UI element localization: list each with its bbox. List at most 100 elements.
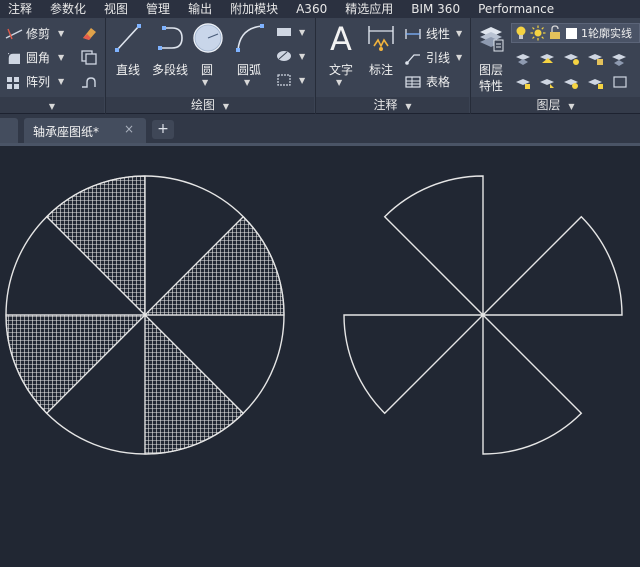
pinwheel-blade-right[interactable] — [481, 215, 623, 316]
file-tab-label: 轴承座图纸* — [33, 125, 100, 139]
hatch-button[interactable]: ▼ — [275, 49, 305, 63]
arc-icon — [236, 24, 264, 52]
draw-panel-label: 绘图 — [191, 98, 216, 112]
drawing-svg — [5, 175, 623, 455]
draw-panel-title[interactable]: 绘图 ▼ — [106, 97, 314, 113]
dimension-label[interactable]: 标注 — [362, 61, 400, 78]
tab-bim360[interactable]: BIM 360 — [402, 0, 469, 18]
linear-dropdown-icon[interactable]: ▼ — [456, 29, 462, 38]
circle-label[interactable]: 圆 — [192, 61, 222, 78]
erase-button[interactable] — [79, 24, 99, 42]
hatched-sector-right[interactable] — [143, 215, 285, 316]
hatched-circle[interactable] — [5, 175, 285, 455]
fillet-label: 圆角 — [26, 51, 51, 65]
layers-panel-dropdown-icon[interactable]: ▼ — [568, 102, 574, 111]
modify-panel-title[interactable]: ▼ — [0, 97, 104, 113]
line-label[interactable]: 直线 — [111, 61, 145, 78]
layers-panel-title[interactable]: 图层 ▼ — [471, 97, 640, 113]
circle-button[interactable] — [192, 22, 224, 54]
text-button[interactable]: A — [326, 20, 356, 56]
text-label[interactable]: 文字 — [322, 61, 360, 78]
fillet-icon — [7, 51, 20, 64]
modify-panel-dropdown-icon[interactable]: ▼ — [49, 102, 55, 111]
copy-icon — [81, 50, 97, 65]
tab-parametric[interactable]: 参数化 — [41, 0, 95, 18]
tab-performance[interactable]: Performance — [469, 0, 563, 18]
fillet-button[interactable]: 圆角 ▼ — [4, 49, 64, 66]
stretch-button[interactable] — [79, 73, 99, 89]
leader-icon — [405, 53, 420, 65]
dimension-button[interactable] — [366, 22, 396, 54]
leader-label: 引线 — [426, 51, 451, 65]
arc-dropdown-icon[interactable]: ▼ — [244, 78, 250, 87]
polyline-icon — [158, 26, 183, 50]
layer-properties-button[interactable] — [477, 22, 505, 52]
hatched-sector-top-left[interactable] — [45, 175, 146, 317]
rectangle-icon — [277, 28, 291, 36]
layers-panel-label: 图层 — [536, 98, 561, 112]
leader-button[interactable]: 引线 ▼ — [404, 49, 462, 66]
text-dropdown-icon[interactable]: ▼ — [336, 78, 342, 87]
stretch-icon — [82, 77, 96, 88]
polyline-button[interactable] — [156, 22, 186, 54]
layer-properties-label-2[interactable]: 特性 — [474, 77, 508, 94]
trim-button[interactable]: 修剪 ▼ — [4, 25, 64, 42]
line-button[interactable] — [113, 22, 143, 54]
table-button[interactable]: 表格 — [404, 73, 450, 90]
hatched-sector-left[interactable] — [5, 314, 147, 415]
pinwheel-blade-bottom[interactable] — [482, 313, 583, 455]
sun-icon — [530, 25, 546, 41]
fillet-dropdown-icon[interactable]: ▼ — [58, 53, 64, 62]
layer-properties-icon — [480, 27, 504, 52]
layer-dropdown[interactable]: 1轮廓实线 — [511, 23, 640, 43]
current-layer-label: 1轮廓实线 — [581, 27, 632, 40]
ribbon-tab-bar: 注释 参数化 视图 管理 输出 附加模块 A360 精选应用 BIM 360 P… — [0, 0, 640, 18]
table-label: 表格 — [426, 75, 451, 89]
tab-output[interactable]: 输出 — [179, 0, 221, 18]
text-icon: A — [330, 20, 352, 56]
leader-dropdown-icon[interactable]: ▼ — [456, 53, 462, 62]
trim-icon — [5, 28, 23, 39]
array-button[interactable]: 阵列 ▼ — [4, 73, 64, 90]
tab-a360[interactable]: A360 — [287, 0, 336, 18]
pinwheel-blade-left[interactable] — [343, 314, 485, 415]
tab-addins[interactable]: 附加模块 — [221, 0, 287, 18]
svg-text:A: A — [330, 20, 352, 56]
tab-manage[interactable]: 管理 — [137, 0, 179, 18]
drawing-canvas[interactable] — [0, 149, 640, 567]
pinwheel-outline[interactable] — [343, 175, 623, 455]
linear-dimension-icon — [405, 28, 421, 39]
boundary-button[interactable]: ▼ — [275, 73, 305, 87]
tab-view[interactable]: 视图 — [95, 0, 137, 18]
draw-panel-dropdown-icon[interactable]: ▼ — [223, 102, 229, 111]
linear-label: 线性 — [426, 27, 451, 41]
eraser-icon — [83, 28, 96, 40]
trim-dropdown-icon[interactable]: ▼ — [58, 29, 64, 38]
pinwheel-blade-top[interactable] — [383, 175, 484, 317]
layer-tools-row-2: 四 — [514, 73, 640, 90]
annotation-panel-title[interactable]: 注释 ▼ — [316, 97, 469, 113]
rectangle-dropdown-icon[interactable]: ▼ — [299, 28, 305, 37]
annotation-panel-dropdown-icon[interactable]: ▼ — [405, 102, 411, 111]
hatched-sector-bottom[interactable] — [144, 313, 245, 455]
dimension-icon — [368, 26, 394, 51]
rectangle-button[interactable]: ▼ — [275, 25, 305, 39]
layer-properties-label-1[interactable]: 图层 — [474, 61, 508, 78]
previous-file-tab[interactable] — [0, 118, 18, 143]
tab-featured-apps[interactable]: 精选应用 — [336, 0, 402, 18]
arc-button[interactable] — [234, 22, 266, 54]
file-tab-bar: 轴承座图纸* × + — [0, 114, 640, 146]
tab-annotate[interactable]: 注释 — [0, 0, 41, 18]
circle-dropdown-icon[interactable]: ▼ — [202, 78, 208, 87]
hatch-dropdown-icon[interactable]: ▼ — [299, 52, 305, 61]
array-label: 阵列 — [26, 75, 51, 89]
boundary-dropdown-icon[interactable]: ▼ — [299, 76, 305, 85]
linear-button[interactable]: 线性 ▼ — [404, 25, 462, 42]
array-dropdown-icon[interactable]: ▼ — [58, 77, 64, 86]
close-icon[interactable]: × — [124, 122, 134, 136]
polyline-label[interactable]: 多段线 — [147, 61, 193, 78]
file-tab-active[interactable]: 轴承座图纸* × — [24, 118, 146, 143]
new-tab-button[interactable]: + — [152, 120, 174, 139]
arc-label[interactable]: 圆弧 — [232, 61, 266, 78]
copy-button[interactable] — [79, 49, 99, 65]
